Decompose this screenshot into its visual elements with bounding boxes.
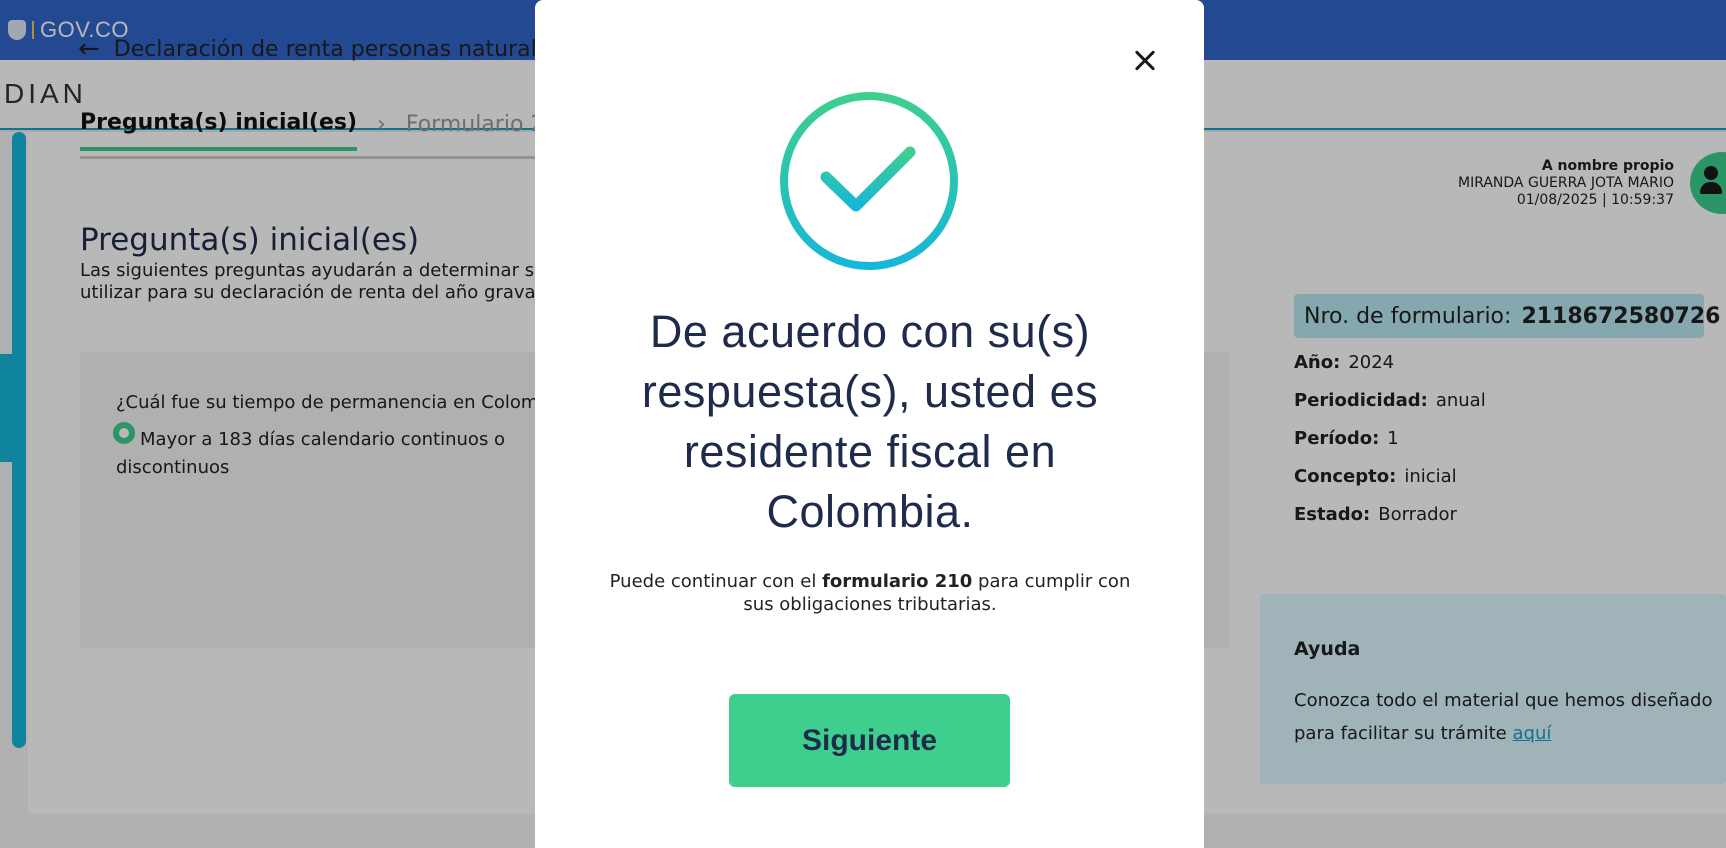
next-button[interactable]: Siguiente xyxy=(729,694,1010,787)
close-icon[interactable] xyxy=(1130,46,1160,76)
modal-text-before: Puede continuar con el xyxy=(609,571,817,592)
modal-text: Puede continuar con el formulario 210 pa… xyxy=(600,570,1140,616)
check-circle-icon xyxy=(780,92,958,270)
modal-title: De acuerdo con su(s) respuesta(s), usted… xyxy=(641,306,1099,537)
modal-text-bold: formulario 210 xyxy=(822,571,973,592)
